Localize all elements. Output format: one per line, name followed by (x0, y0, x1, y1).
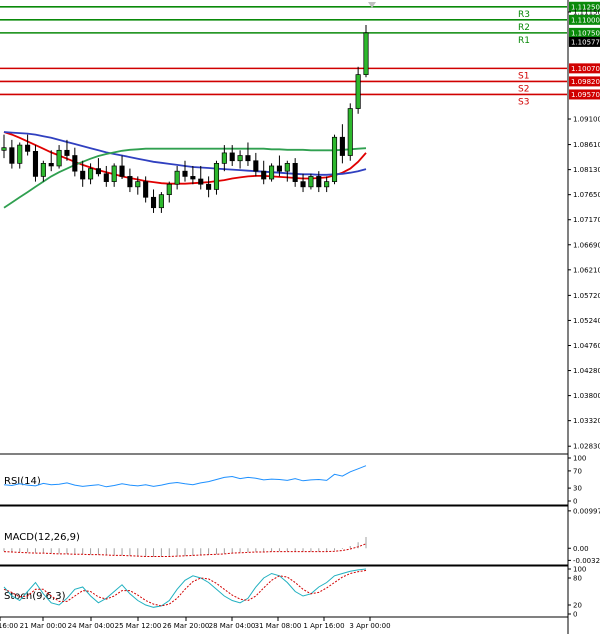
candle-body (40, 163, 46, 177)
price-tick-label: 1.06210 (573, 266, 600, 274)
rsi-tick-label: 0 (573, 498, 577, 506)
resistance-line-label: R2 (518, 23, 530, 33)
candle-body (198, 178, 204, 185)
candle-body (292, 163, 298, 182)
candle-body (119, 165, 125, 177)
price-tick-label: 1.03320 (573, 417, 600, 425)
candle-body (363, 32, 369, 75)
candle-body (64, 149, 70, 156)
price-tick-label: 1.07170 (573, 216, 600, 224)
price-tick-label: 1.08130 (573, 166, 600, 174)
price-tick-label: 1.05720 (573, 292, 600, 300)
price-tick-label: 1.04280 (573, 367, 600, 375)
candle-body (32, 150, 39, 177)
price-tick-label: 1.05240 (573, 317, 600, 325)
candle-body (308, 176, 314, 188)
candle-body (174, 170, 180, 185)
candle-body (245, 155, 251, 162)
candle-body (253, 160, 259, 172)
macd-tick-label: 0.00 (573, 545, 589, 553)
rsi-tick-label: 70 (573, 467, 582, 475)
candle-body (182, 170, 188, 177)
candle-body (127, 176, 133, 188)
price-tick-label: 1.03800 (573, 392, 600, 400)
candle-body (276, 165, 282, 172)
candle-body (111, 165, 117, 182)
price-tick-label: 1.07650 (573, 191, 600, 199)
rsi-tick-label: 30 (573, 485, 582, 493)
candle-body (166, 183, 172, 196)
time-tick-label: 16:00 (0, 622, 18, 630)
candle-body (347, 108, 353, 156)
candle-body (355, 74, 361, 109)
candle-body (25, 144, 31, 152)
time-tick-label: 21 Mar 00:00 (20, 622, 67, 630)
candle-body (221, 152, 227, 164)
candle-body (229, 152, 235, 162)
candle-body (316, 176, 322, 188)
macd-tick-label: 0.00997 (573, 507, 600, 515)
candle-body (135, 181, 141, 188)
time-tick-label: 28 Mar 04:00 (209, 622, 256, 630)
candle-body (300, 181, 306, 188)
support-line-label: S2 (518, 84, 529, 94)
macd-tick-label: -0.003235 (573, 557, 600, 565)
resistance-line-label: R3 (518, 10, 530, 20)
stoch-tick-label: 20 (573, 602, 582, 610)
support-line-tag-label: 1.10070 (571, 65, 600, 73)
candle-body (95, 168, 101, 175)
forex-chart: R31.11250R21.11000R11.10750S11.10070S21.… (0, 0, 600, 634)
candle-body (324, 181, 330, 188)
time-tick-label: 24 Mar 04:00 (68, 622, 115, 630)
support-line-label: S3 (518, 97, 529, 107)
candle-body (150, 196, 157, 209)
candle-body (190, 176, 196, 180)
candle-body (56, 149, 62, 167)
time-tick-label: 25 Mar 12:00 (115, 622, 162, 630)
support-line-tag-label: 1.09570 (571, 91, 600, 99)
candle-body (261, 170, 267, 180)
candle-body (48, 163, 54, 167)
candle-body (237, 155, 243, 162)
resistance-line-label: R1 (518, 36, 530, 46)
candle-body (284, 163, 290, 172)
price-tick-label: 1.06690 (573, 241, 600, 249)
candle-body (17, 144, 23, 164)
resistance-line-tag-label: 1.11000 (571, 16, 600, 24)
time-tick-label: 3 Apr 00:00 (349, 622, 390, 630)
time-tick-label: 26 Mar 20:00 (163, 622, 210, 630)
stoch-tick-label: 100 (573, 566, 586, 574)
candle-body (331, 136, 338, 182)
candle-body (269, 165, 275, 180)
rsi-tick-label: 100 (573, 455, 586, 463)
candle-body (88, 168, 94, 180)
price-tick-label: 1.02830 (573, 443, 600, 451)
candle-body (9, 147, 15, 164)
price-tick-label: 1.09100 (573, 115, 600, 123)
resistance-line-tag-label: 1.10750 (571, 29, 600, 37)
support-line-label: S1 (518, 71, 529, 81)
candle-body (72, 155, 78, 172)
candle-body (206, 183, 212, 190)
candle-body (158, 194, 164, 209)
time-tick-label: 31 Mar 08:00 (255, 622, 302, 630)
candle-body (103, 173, 109, 182)
current-price-label: 1.10577 (571, 38, 600, 46)
price-tick-label: 1.08610 (573, 141, 600, 149)
stoch-tick-label: 80 (573, 575, 582, 583)
macd-label: MACD(12,26,9) (4, 532, 80, 543)
price-tick-label: 1.04760 (573, 342, 600, 350)
price-tick-label: 1.11150 (573, 9, 600, 17)
support-line-tag-label: 1.09820 (571, 78, 600, 86)
candle-body (143, 181, 149, 198)
candle-body (339, 136, 345, 156)
time-tick-label: 1 Apr 16:00 (303, 622, 344, 630)
stoch-tick-label: 0 (573, 611, 577, 619)
candle-body (80, 170, 86, 180)
candle-body (1, 147, 7, 151)
candle-body (213, 163, 220, 190)
